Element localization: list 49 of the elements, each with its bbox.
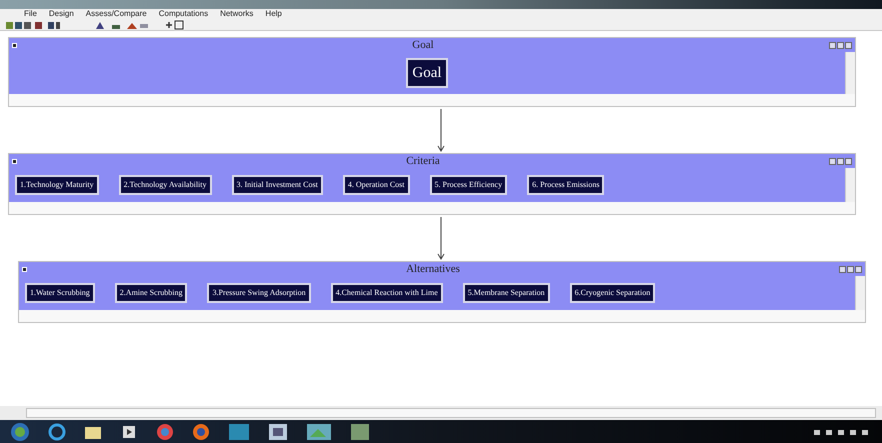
node-button[interactable]: 3. Initial Investment Cost xyxy=(232,175,323,195)
menu-item[interactable]: Computations xyxy=(158,9,208,19)
node-button[interactable]: 6.Cryogenic Separation xyxy=(570,283,656,303)
node-button[interactable]: 4. Operation Cost xyxy=(342,175,410,195)
start-icon[interactable] xyxy=(10,422,30,442)
maximize-icon[interactable] xyxy=(847,266,854,272)
vertical-scrollbar[interactable] xyxy=(845,52,855,94)
node-button[interactable]: 4.Chemical Reaction with Lime xyxy=(330,283,443,303)
minimize-icon[interactable] xyxy=(829,158,836,164)
menu-icon[interactable] xyxy=(22,266,27,272)
horizontal-scrollbar[interactable] xyxy=(9,94,855,106)
menu-item[interactable]: Help xyxy=(265,9,282,19)
horizontal-scrollbar[interactable] xyxy=(9,202,855,214)
node-button[interactable]: 5.Membrane Separation xyxy=(462,283,550,303)
window-icon[interactable] xyxy=(268,422,288,440)
minimize-icon[interactable] xyxy=(839,266,846,272)
close-icon[interactable] xyxy=(855,266,862,272)
maximize-icon[interactable] xyxy=(837,42,844,48)
horizontal-scrollbar[interactable] xyxy=(19,310,865,322)
node-button[interactable]: 3.Pressure Swing Adsorption xyxy=(207,283,311,303)
maximize-icon[interactable] xyxy=(837,158,844,164)
horizontal-scrollbar[interactable] xyxy=(26,408,876,418)
node-button[interactable]: 6. Process Emissions xyxy=(527,175,604,195)
menu-item[interactable]: File xyxy=(24,9,37,19)
menu-item[interactable]: Design xyxy=(48,9,74,19)
node-button[interactable]: 5. Process Efficiency xyxy=(430,175,508,195)
vertical-scrollbar[interactable] xyxy=(855,276,865,310)
menu-item[interactable]: Assess/Compare xyxy=(86,9,147,19)
cluster-title: Goal xyxy=(411,39,435,51)
browser-icon[interactable] xyxy=(48,422,66,440)
minimize-icon[interactable] xyxy=(829,42,836,48)
close-icon[interactable] xyxy=(845,158,852,164)
arrow xyxy=(437,107,445,153)
vertical-scrollbar[interactable] xyxy=(845,168,855,202)
spreadsheet-icon[interactable] xyxy=(350,422,370,440)
node-button[interactable]: 1.Water Scrubbing xyxy=(25,283,95,303)
menu-icon[interactable] xyxy=(12,42,17,48)
cluster-title: Alternatives xyxy=(405,263,461,275)
menu-item[interactable]: Networks xyxy=(220,9,254,19)
app-icon[interactable] xyxy=(228,422,250,440)
node-button[interactable]: Goal xyxy=(406,58,448,88)
menu-icon[interactable] xyxy=(12,158,17,164)
image-icon[interactable] xyxy=(306,422,332,440)
node-button[interactable]: 2.Amine Scrubbing xyxy=(114,283,188,303)
node-button[interactable]: 2.Technology Availability xyxy=(118,175,212,195)
cluster-title: Criteria xyxy=(405,155,441,167)
node-button[interactable]: 1.Technology Maturity xyxy=(15,175,99,195)
arrow xyxy=(437,215,445,261)
close-icon[interactable] xyxy=(845,42,852,48)
